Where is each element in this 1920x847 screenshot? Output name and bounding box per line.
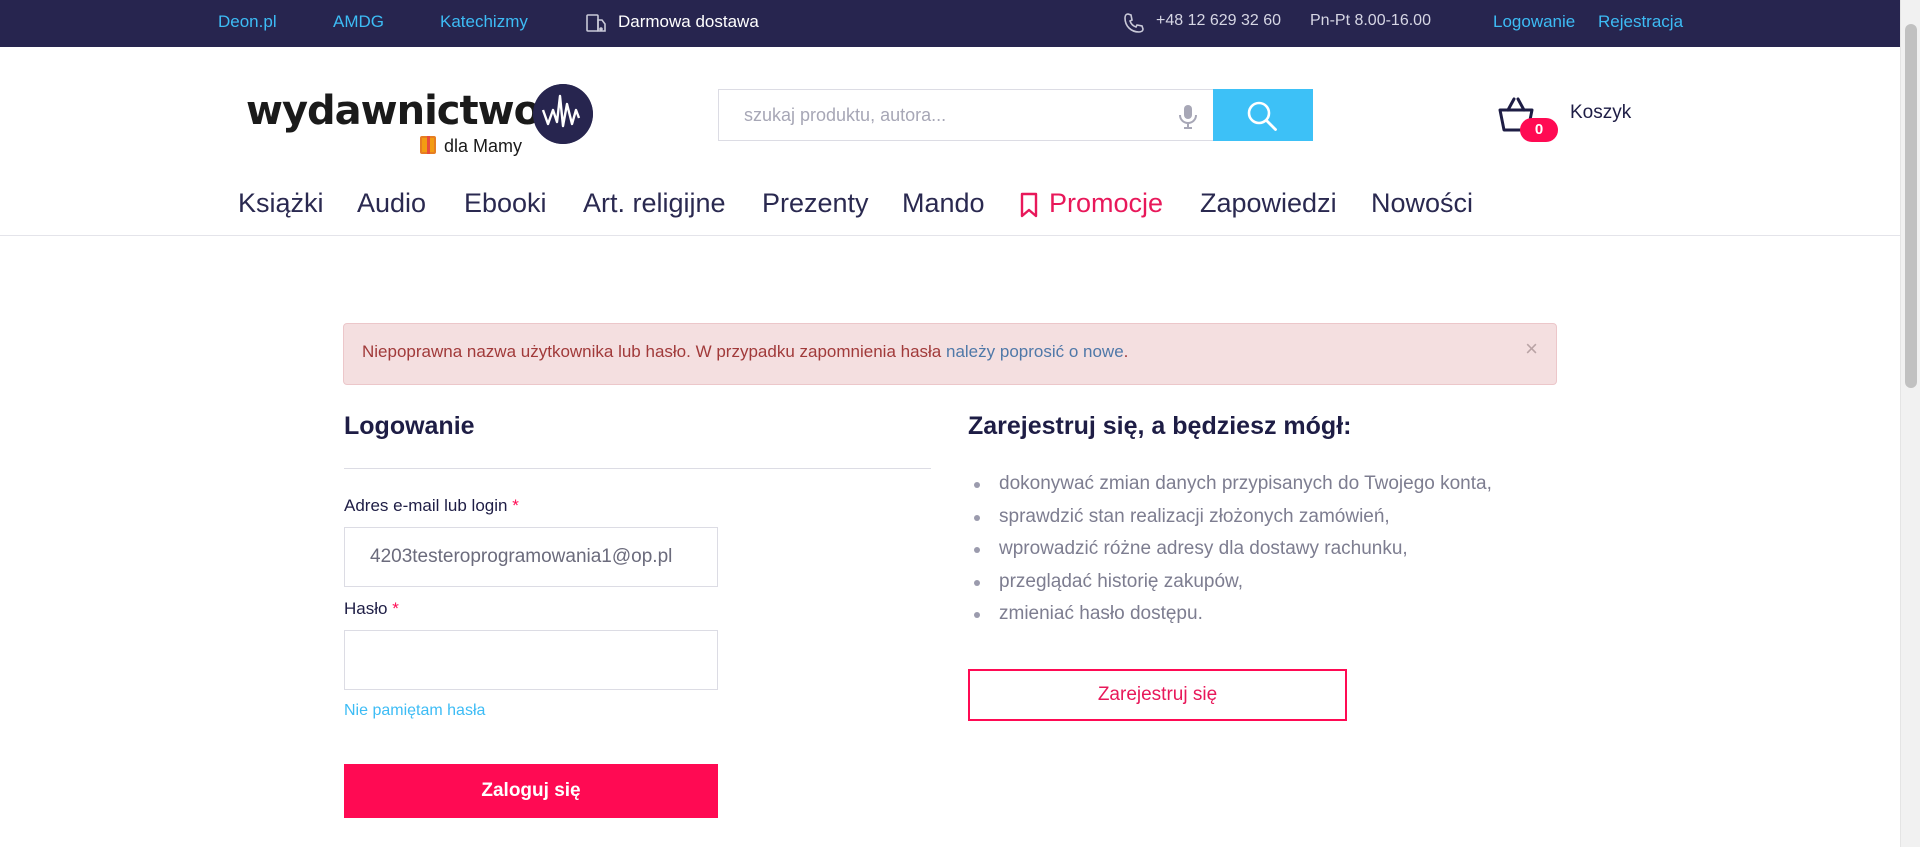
- login-title: Logowanie: [344, 412, 475, 440]
- alert-reset-link[interactable]: należy poprosić o nowe: [946, 342, 1124, 361]
- email-label: Adres e-mail lub login *: [344, 496, 519, 516]
- site-logo[interactable]: wydawnictwo dla Mamy: [246, 84, 596, 164]
- nav-item-ebooki[interactable]: Ebooki: [464, 188, 547, 219]
- nav-item-prezenty[interactable]: Prezenty: [762, 188, 869, 219]
- opening-hours: Pn-Pt 8.00-16.00: [1310, 12, 1431, 29]
- benefit-item: dokonywać zmian danych przypisanych do T…: [968, 470, 1492, 503]
- alert-message: Niepoprawna nazwa użytkownika lub hasło.…: [362, 342, 1128, 362]
- nav-item-ksiazki[interactable]: Książki: [238, 188, 324, 219]
- register-benefits-list: dokonywać zmian danych przypisanych do T…: [968, 470, 1492, 633]
- phone-icon: [1124, 13, 1144, 33]
- email-field: [344, 527, 718, 587]
- nav-item-promocje[interactable]: Promocje: [1049, 188, 1163, 219]
- logo-subtitle: dla Mamy: [420, 136, 522, 157]
- benefit-item: sprawdzić stan realizacji złożonych zamó…: [968, 503, 1492, 536]
- benefit-item: wprowadzić różne adresy dla dostawy rach…: [968, 535, 1492, 568]
- top-bar: Deon.pl AMDG Katechizmy Darmowa dostawa …: [0, 0, 1900, 47]
- logo-badge-icon: [533, 84, 593, 144]
- nav-item-audio[interactable]: Audio: [357, 188, 426, 219]
- password-label: Hasło *: [344, 599, 399, 619]
- topbar-link-deon[interactable]: Deon.pl: [218, 12, 277, 32]
- scrollbar-thumb[interactable]: [1905, 24, 1917, 388]
- cart-label: Koszyk: [1570, 102, 1632, 123]
- required-mark: *: [512, 496, 519, 515]
- nav-item-zapowiedzi[interactable]: Zapowiedzi: [1200, 188, 1337, 219]
- close-icon[interactable]: ×: [1525, 336, 1538, 362]
- email-input[interactable]: [345, 528, 717, 586]
- nav-item-art-religijne[interactable]: Art. religijne: [583, 188, 726, 219]
- topbar-link-amdg[interactable]: AMDG: [333, 12, 384, 32]
- error-alert: Niepoprawna nazwa użytkownika lub hasło.…: [343, 323, 1557, 385]
- search-icon: [1247, 101, 1277, 131]
- logo-wordmark: wydawnictwo: [246, 88, 541, 134]
- login-submit-button[interactable]: Zaloguj się: [344, 764, 718, 818]
- nav-item-mando[interactable]: Mando: [902, 188, 985, 219]
- nav-item-nowosci[interactable]: Nowości: [1371, 188, 1473, 219]
- phone-number: +48 12 629 32 60: [1156, 12, 1282, 29]
- password-field: [344, 630, 718, 690]
- topbar-register-link[interactable]: Rejestracja: [1598, 12, 1683, 32]
- alert-message-text: Niepoprawna nazwa użytkownika lub hasło.…: [362, 342, 942, 361]
- bookmark-icon: [1020, 192, 1038, 218]
- microphone-icon[interactable]: [1175, 102, 1201, 130]
- required-mark: *: [392, 599, 399, 618]
- search-button[interactable]: [1213, 89, 1313, 141]
- benefit-item: zmieniać hasło dostępu.: [968, 600, 1492, 633]
- password-label-text: Hasło: [344, 599, 388, 618]
- register-title: Zarejestruj się, a będziesz mógł:: [968, 412, 1352, 440]
- free-delivery-text: Darmowa dostawa: [618, 12, 759, 31]
- register-button[interactable]: Zarejestruj się: [968, 669, 1347, 721]
- forgot-password-link[interactable]: Nie pamiętam hasła: [344, 702, 485, 720]
- gift-icon: [420, 136, 436, 154]
- cart-button[interactable]: 0 Koszyk: [1492, 94, 1642, 144]
- alert-period: .: [1123, 342, 1129, 361]
- cart-count-badge: 0: [1520, 118, 1558, 142]
- topbar-link-katechizmy[interactable]: Katechizmy: [440, 12, 528, 32]
- main-navigation: Książki Audio Ebooki Art. religijne Prez…: [0, 184, 1900, 236]
- email-label-text: Adres e-mail lub login: [344, 496, 508, 515]
- scrollbar[interactable]: [1900, 0, 1920, 847]
- password-input[interactable]: [345, 631, 717, 689]
- topbar-login-link[interactable]: Logowanie: [1493, 12, 1575, 32]
- delivery-icon: [586, 14, 606, 32]
- search-bar: [718, 89, 1313, 141]
- search-input[interactable]: [719, 90, 1199, 140]
- logo-subtitle-text: dla Mamy: [444, 136, 523, 156]
- login-divider: [344, 468, 931, 469]
- benefit-item: przeglądać historię zakupów,: [968, 568, 1492, 601]
